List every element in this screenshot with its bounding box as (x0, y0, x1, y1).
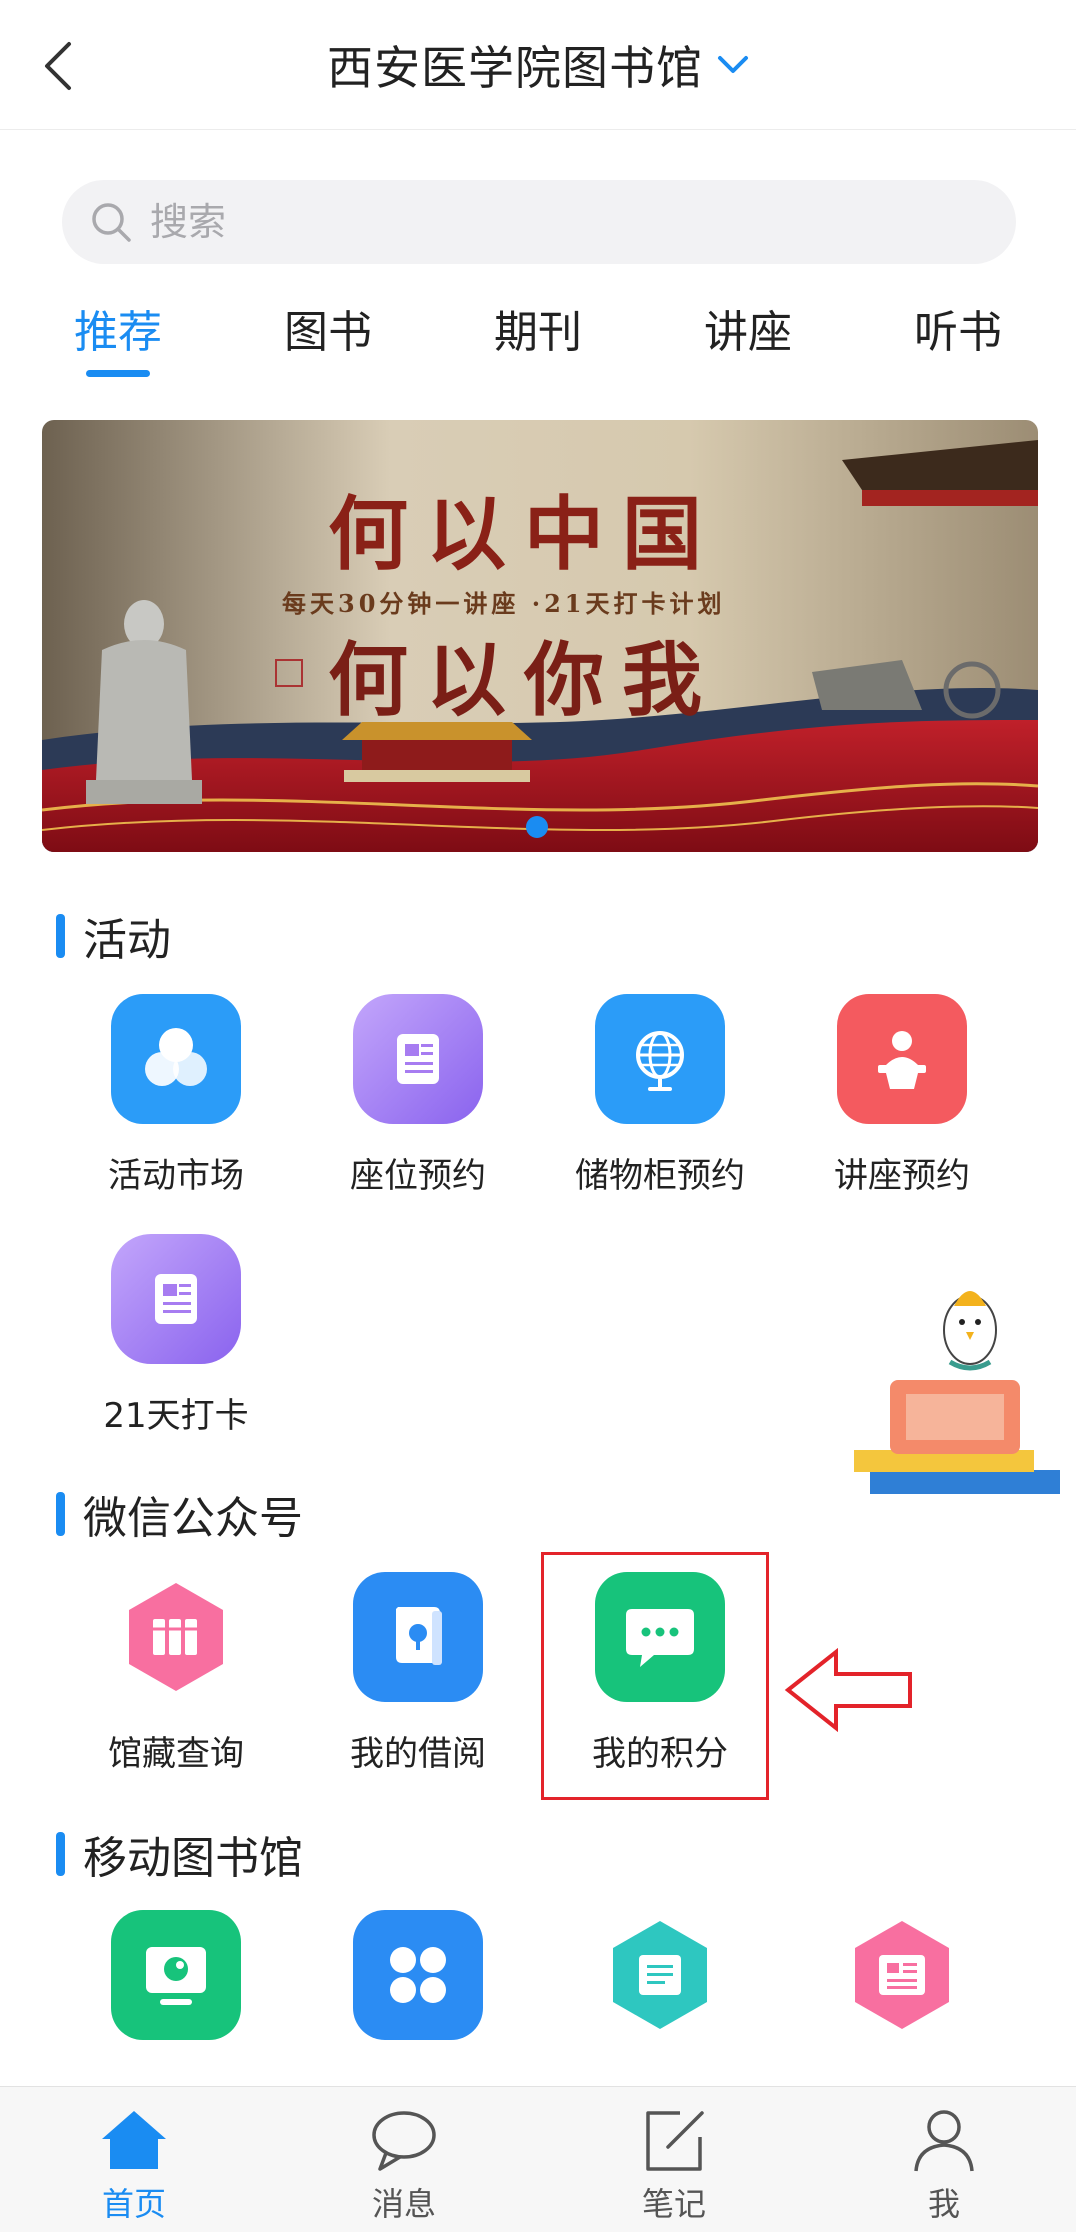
search-icon (92, 203, 131, 242)
section-title-activities: 活动 (56, 904, 171, 968)
promo-banner[interactable]: 何以中国 每天30分钟一讲座 ·21天打卡计划 何以你我 (42, 420, 1038, 852)
section-title-text: 活动 (83, 915, 171, 966)
globe-icon (595, 994, 725, 1124)
my-borrowing-button[interactable]: 我的借阅 (308, 1572, 528, 1775)
locker-reservation-button[interactable]: 储物柜预约 (550, 994, 770, 1197)
tab-books[interactable]: 图书 (284, 296, 372, 360)
note-icon (646, 2111, 704, 2171)
screen-icon (111, 1910, 241, 2040)
banner-headline-1: 何以中国 (328, 487, 720, 581)
tab-audiobooks[interactable]: 听书 (914, 296, 1002, 360)
search-bar[interactable] (62, 180, 1016, 264)
tab-recommend[interactable]: 推荐 (74, 296, 162, 360)
banner-headline-2: 何以你我 (328, 633, 720, 727)
item-label: 讲座预约 (834, 1156, 970, 1196)
nav-label: 我 (927, 2185, 960, 2223)
news-icon (837, 1910, 967, 2040)
item-label: 活动市场 (108, 1156, 244, 1196)
activity-market-button[interactable]: 活动市场 (66, 994, 286, 1197)
collection-search-button[interactable]: 馆藏查询 (66, 1572, 286, 1775)
item-label: 馆藏查询 (108, 1734, 244, 1774)
mobile-library-item-1[interactable] (66, 1910, 286, 2040)
mobile-library-item-4[interactable] (792, 1910, 1012, 2040)
grid-icon (353, 1910, 483, 2040)
nav-label: 首页 (101, 2185, 166, 2223)
carousel-indicator-dot[interactable] (526, 816, 548, 838)
lecturer-icon (837, 994, 967, 1124)
seat-reservation-button[interactable]: 座位预约 (308, 994, 528, 1197)
person-icon (914, 2110, 974, 2172)
nav-label: 笔记 (641, 2185, 706, 2223)
banner-subtitle: 每天30分钟一讲座 ·21天打卡计划 (282, 589, 726, 618)
document-icon (353, 994, 483, 1124)
book-icon (353, 1572, 483, 1702)
section-title-mobile-library: 移动图书馆 (56, 1822, 303, 1886)
nav-profile[interactable]: 我 (874, 2107, 1014, 2225)
chevron-down-icon (718, 56, 748, 73)
item-label: 储物柜预约 (575, 1156, 745, 1196)
section-title-text: 移动图书馆 (83, 1833, 303, 1884)
mobile-library-item-3[interactable] (550, 1910, 770, 2040)
library-switcher[interactable]: 西安医学院图书馆 (0, 30, 1076, 100)
home-icon (102, 2111, 166, 2169)
item-label: 座位预约 (350, 1156, 486, 1196)
books-icon (111, 1572, 241, 1702)
tab-lectures[interactable]: 讲座 (704, 296, 792, 360)
bottom-navigation: 首页 消息 笔记 我 (0, 2086, 1076, 2232)
section-accent-bar (56, 1492, 65, 1536)
highlight-box (541, 1552, 769, 1800)
scroll-icon (595, 1910, 725, 2040)
active-tab-indicator (86, 370, 150, 377)
mobile-library-item-2[interactable] (308, 1910, 528, 2040)
nav-label: 消息 (371, 2185, 436, 2223)
circles-icon (111, 994, 241, 1124)
lecture-reservation-button[interactable]: 讲座预约 (792, 994, 1012, 1197)
nav-messages[interactable]: 消息 (334, 2107, 474, 2225)
nav-home[interactable]: 首页 (64, 2107, 204, 2225)
section-accent-bar (56, 1832, 65, 1876)
mascot-illustration (854, 1291, 1060, 1494)
section-accent-bar (56, 914, 65, 958)
top-bar: 西安医学院图书馆 (0, 0, 1076, 130)
nav-notes[interactable]: 笔记 (604, 2107, 744, 2225)
category-tabs: 推荐 图书 期刊 讲座 听书 (0, 296, 1076, 386)
arrow-left-icon (784, 1648, 912, 1732)
item-label: 我的借阅 (350, 1734, 486, 1774)
message-icon (372, 2111, 436, 2171)
item-label: 21天打卡 (103, 1396, 249, 1436)
page-title: 西安医学院图书馆 (327, 41, 703, 95)
tab-journals[interactable]: 期刊 (494, 296, 582, 360)
search-input[interactable] (150, 200, 970, 244)
section-title-wechat: 微信公众号 (56, 1482, 303, 1546)
checkin-21days-button[interactable]: 21天打卡 (66, 1234, 286, 1437)
document-icon (111, 1234, 241, 1364)
section-title-text: 微信公众号 (83, 1493, 303, 1544)
